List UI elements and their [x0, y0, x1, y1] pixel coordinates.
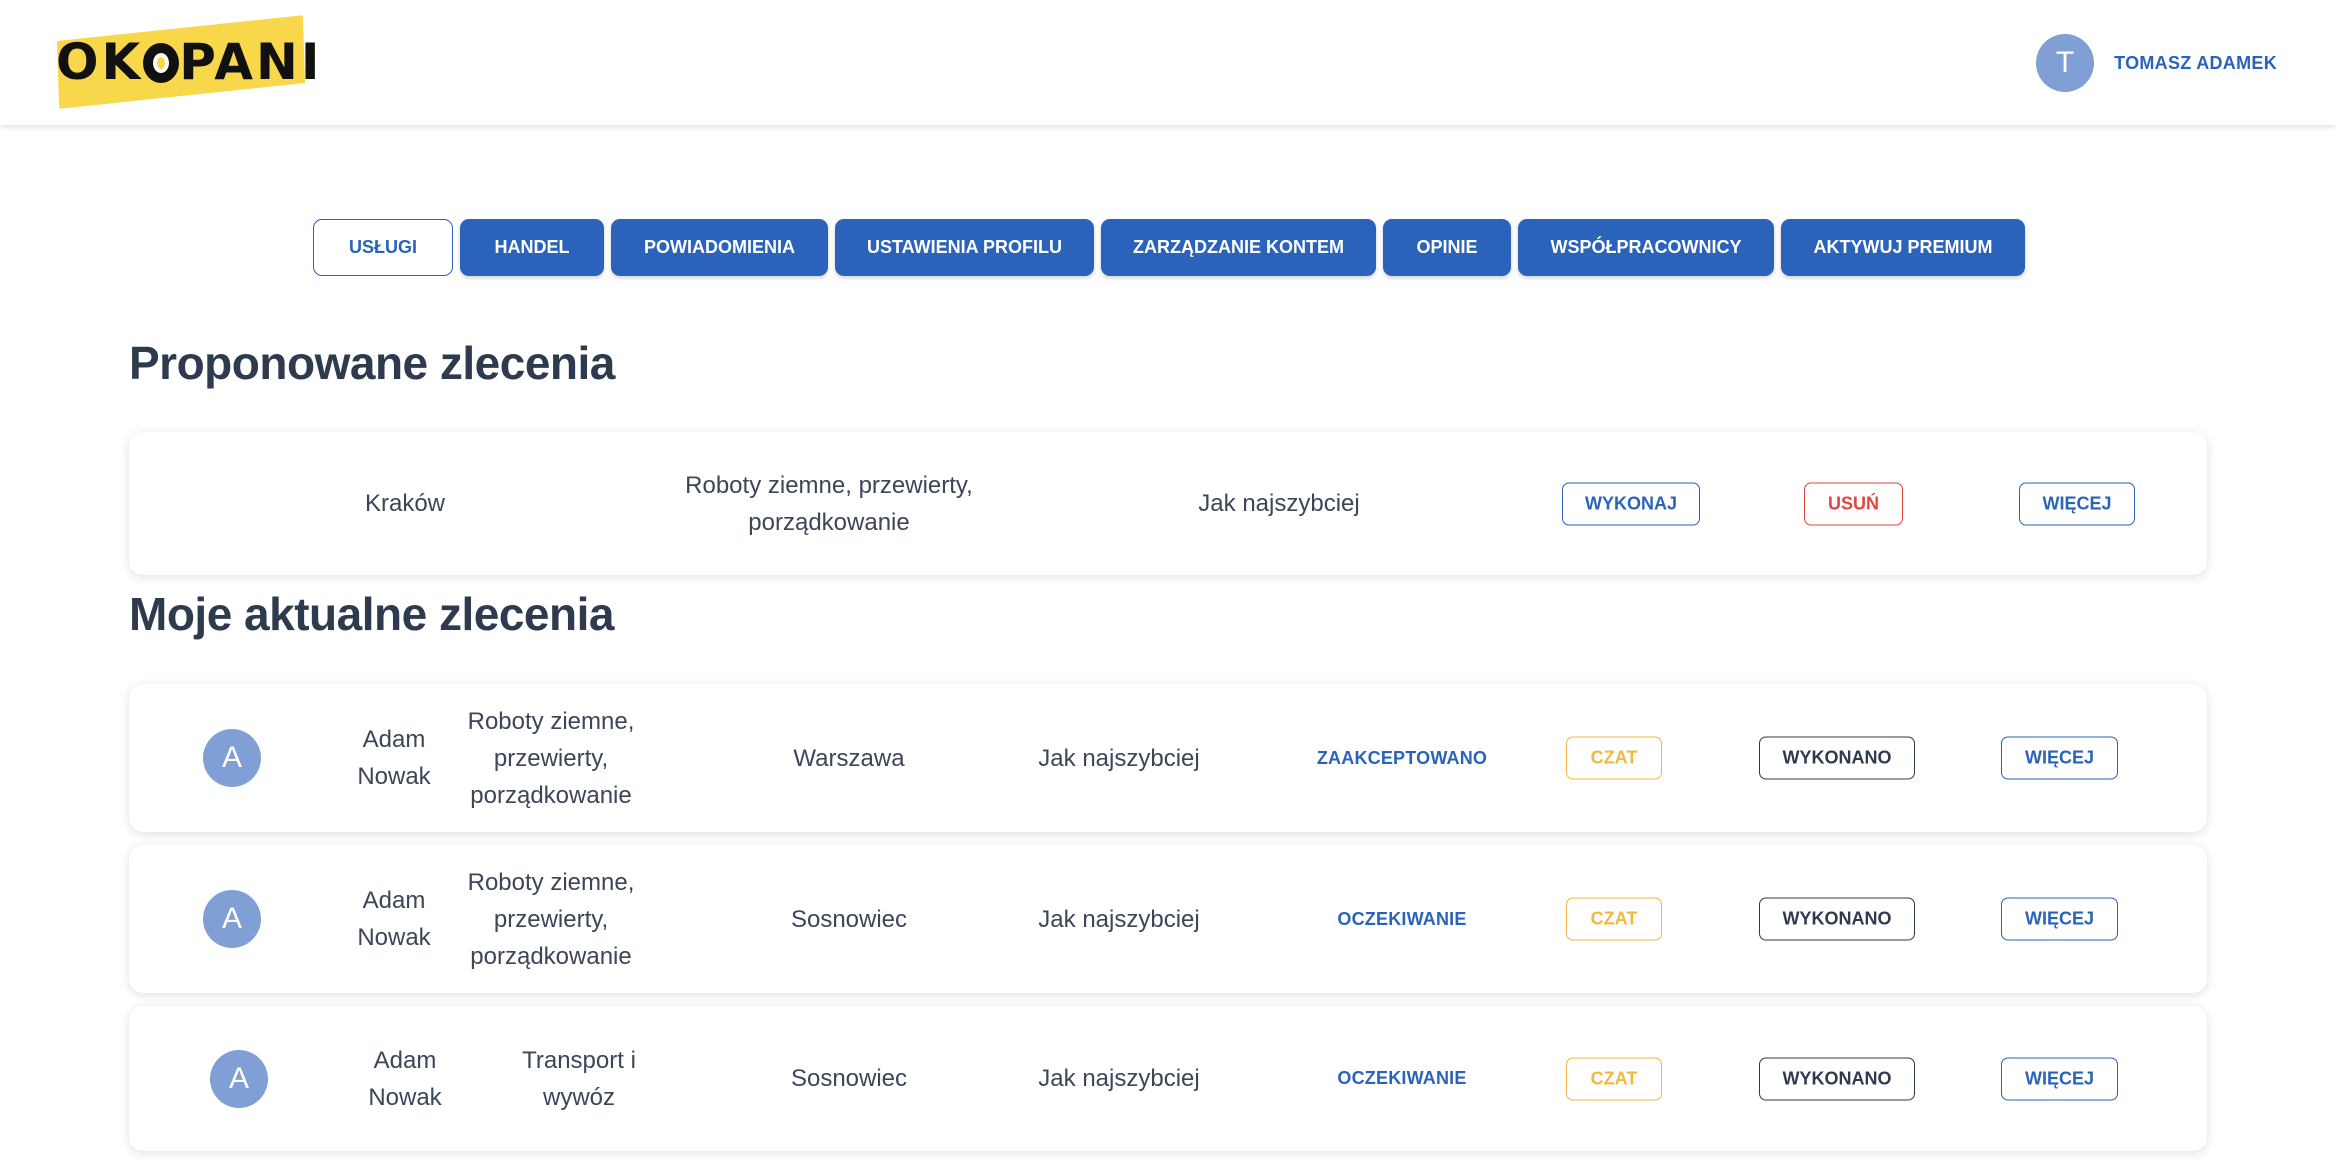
status-badge: OCZEKIWANIE — [1337, 1068, 1467, 1088]
order-service: Roboty ziemne, przewierty, porządkowanie — [467, 868, 635, 970]
more-button[interactable]: WIĘCEJ — [2001, 897, 2118, 941]
done-button[interactable]: WYKONANO — [1759, 897, 1915, 941]
status-badge: ZAAKCEPTOWANO — [1316, 747, 1488, 768]
more-button[interactable]: WIĘCEJ — [2019, 482, 2135, 525]
order-city: Sosnowiec — [790, 1065, 908, 1092]
client-name: Adam Nowak — [368, 1046, 442, 1111]
order-time: Jak najszybciej — [1038, 905, 1200, 933]
logo-text: OK PANI — [56, 33, 323, 91]
execute-button[interactable]: WYKONAJ — [1562, 482, 1700, 525]
order-time: Jak najszybciej — [1038, 1065, 1200, 1092]
client-avatar: A — [203, 890, 261, 948]
order-city: Kraków — [364, 490, 446, 517]
order-service: Transport i wywóz — [522, 1046, 636, 1111]
current-order-row: A Adam Nowak Transport i wywóz Sosnowiec… — [129, 1006, 2207, 1151]
more-button[interactable]: WIĘCEJ — [2001, 1057, 2118, 1100]
user-menu[interactable]: T TOMASZ ADAMEK — [2036, 33, 2277, 93]
order-city: Warszawa — [793, 744, 905, 772]
client-avatar: A — [210, 1049, 268, 1108]
top-header: OK PANI T TOMASZ ADAMEK — [0, 0, 2336, 125]
tab-aktywuj-premium[interactable]: AKTYWUJ PREMIUM — [1781, 219, 2025, 276]
order-service: Roboty ziemne, przewierty, porządkowanie — [467, 707, 635, 809]
delete-button[interactable]: USUŃ — [1804, 482, 1903, 525]
user-avatar[interactable]: T — [2036, 34, 2095, 92]
order-city: Sosnowiec — [790, 905, 908, 933]
order-time: Jak najszybciej — [1198, 490, 1360, 517]
client-avatar: A — [203, 729, 261, 787]
tab-handel[interactable]: HANDEL — [460, 219, 604, 276]
okopani-logo[interactable]: OK PANI — [56, 15, 323, 109]
proposed-orders-title: Proponowane zlecenia — [129, 337, 615, 389]
chat-button[interactable]: CZAT — [1566, 736, 1662, 780]
user-name[interactable]: TOMASZ ADAMEK — [2114, 53, 2277, 74]
status-badge: OCZEKIWANIE — [1337, 908, 1467, 929]
current-order-row: A Adam Nowak Roboty ziemne, przewierty, … — [129, 684, 2207, 832]
chat-button[interactable]: CZAT — [1566, 897, 1662, 941]
order-time: Jak najszybciej — [1038, 744, 1200, 772]
more-button[interactable]: WIĘCEJ — [2001, 736, 2118, 780]
main-tabs: USŁUGI HANDEL POWIADOMIENIA USTAWIENIA P… — [313, 219, 2025, 276]
tab-powiadomienia[interactable]: POWIADOMIENIA — [611, 219, 828, 276]
current-order-row: A Adam Nowak Roboty ziemne, przewierty, … — [129, 845, 2207, 993]
chat-button[interactable]: CZAT — [1566, 1057, 1662, 1100]
current-orders-title: Moje aktualne zlecenia — [129, 588, 614, 640]
client-name: Adam Nowak — [357, 726, 431, 790]
order-service: Roboty ziemne, przewierty, porządkowanie — [685, 471, 973, 536]
tab-wspolpracownicy[interactable]: WSPÓŁPRACOWNICY — [1518, 219, 1774, 276]
tab-ustawienia-profilu[interactable]: USTAWIENIA PROFILU — [835, 219, 1094, 276]
done-button[interactable]: WYKONANO — [1759, 736, 1915, 780]
proposed-order-card: Kraków Roboty ziemne, przewierty, porząd… — [129, 432, 2207, 575]
tab-uslugi[interactable]: USŁUGI — [313, 219, 453, 276]
tab-opinie[interactable]: OPINIE — [1383, 219, 1511, 276]
client-name: Adam Nowak — [357, 887, 431, 951]
tab-zarzadzanie-kontem[interactable]: ZARZĄDZANIE KONTEM — [1101, 219, 1376, 276]
done-button[interactable]: WYKONANO — [1759, 1057, 1915, 1100]
